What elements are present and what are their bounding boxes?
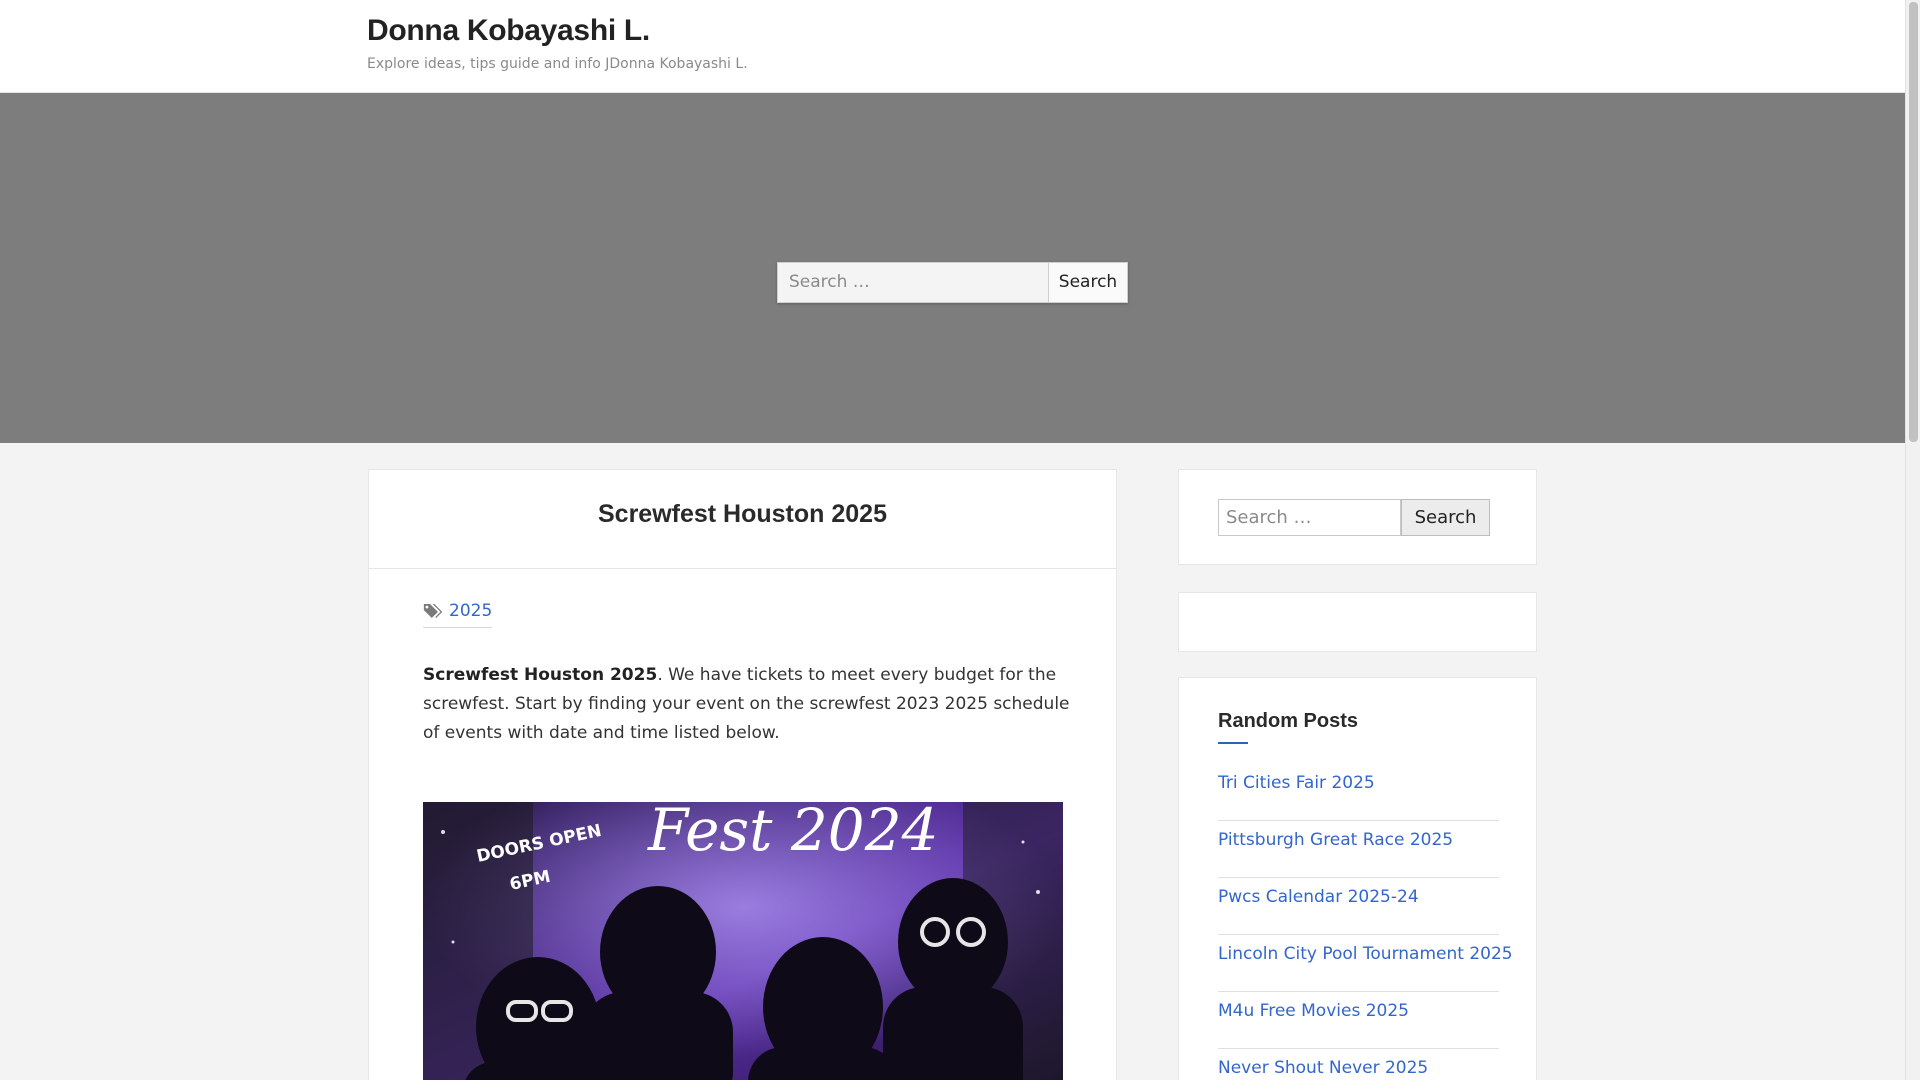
random-post-link[interactable]: Lincoln City Pool Tournament 2025 bbox=[1218, 935, 1513, 992]
scrollbar-thumb[interactable] bbox=[1909, 2, 1918, 442]
sidebar-search-widget: Search … Search bbox=[1178, 469, 1537, 565]
random-post-link[interactable]: Never Shout Never 2025 bbox=[1218, 1049, 1499, 1080]
random-posts-title: Random Posts bbox=[1218, 710, 1359, 732]
poster-headline: Fest 2024 bbox=[647, 802, 939, 864]
sidebar-search-input[interactable]: Search … bbox=[1218, 499, 1401, 536]
article-intro: Screwfest Houston 2025. We have tickets … bbox=[423, 661, 1073, 748]
hero-banner: Search … Search bbox=[0, 93, 1905, 443]
random-posts-widget: Random Posts Tri Cities Fair 2025 Pittsb… bbox=[1178, 677, 1537, 1080]
sidebar-search-button[interactable]: Search bbox=[1401, 499, 1490, 536]
hero-search-button[interactable]: Search bbox=[1048, 262, 1128, 303]
poster-artwork: Fest 2024 DOORS OPEN 6PM bbox=[423, 802, 1063, 1080]
article-header: Screwfest Houston 2025 bbox=[368, 469, 1117, 569]
sidebar-search-form: Search … Search bbox=[1218, 499, 1490, 536]
sidebar-empty-widget bbox=[1178, 592, 1537, 652]
article-intro-bold: Screwfest Houston 2025 bbox=[423, 665, 658, 685]
site-title[interactable]: Donna Kobayashi L. bbox=[367, 14, 650, 48]
page-scrollbar[interactable] bbox=[1905, 0, 1920, 1080]
random-post-link[interactable]: M4u Free Movies 2025 bbox=[1218, 992, 1499, 1049]
tag-link-2025[interactable]: 2025 bbox=[449, 601, 492, 621]
random-post-link[interactable]: Pittsburgh Great Race 2025 bbox=[1218, 821, 1499, 878]
tags-icon bbox=[423, 604, 443, 618]
random-posts-list: Tri Cities Fair 2025 Pittsburgh Great Ra… bbox=[1218, 764, 1513, 1080]
event-poster-image: Fest 2024 DOORS OPEN 6PM bbox=[423, 802, 1063, 1080]
site-description: Explore ideas, tips guide and info JDonn… bbox=[367, 56, 748, 72]
hero-search-form: Search … Search bbox=[777, 262, 1128, 303]
article-body: 2025 Screwfest Houston 2025. We have tic… bbox=[368, 569, 1117, 1080]
hero-search-input[interactable]: Search … bbox=[777, 262, 1048, 303]
random-post-link[interactable]: Tri Cities Fair 2025 bbox=[1218, 764, 1499, 821]
article-title: Screwfest Houston 2025 bbox=[598, 500, 887, 528]
article-tags: 2025 bbox=[423, 601, 493, 628]
random-post-link[interactable]: Pwcs Calendar 2025-24 bbox=[1218, 878, 1499, 935]
site-header: Donna Kobayashi L. Explore ideas, tips g… bbox=[0, 0, 1905, 93]
random-posts-underline bbox=[1218, 742, 1248, 744]
